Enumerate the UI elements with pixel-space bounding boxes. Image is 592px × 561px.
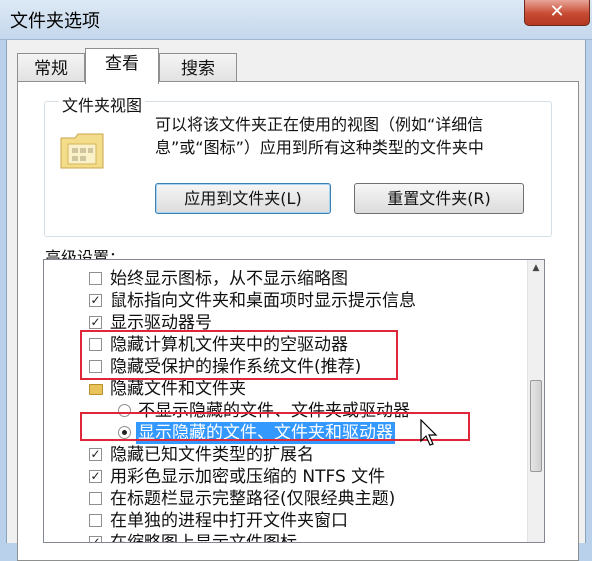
advanced-settings-list[interactable]: 始终显示图标，从不显示缩略图 ✓ 鼠标指向文件夹和桌面项时显示提示信息 ✓ 显示…: [43, 259, 545, 543]
folder-views-heading: 文件夹视图: [59, 92, 146, 116]
title-bar: 文件夹选项 ✕: [0, 0, 592, 40]
apply-to-folders-button[interactable]: 应用到文件夹(L): [155, 183, 331, 214]
list-item-label: 显示驱动器号: [110, 313, 212, 333]
list-item-label: 鼠标指向文件夹和桌面项时显示提示信息: [110, 291, 416, 311]
description-line-1: 可以将该文件夹正在使用的视图（例如“详细信: [155, 115, 484, 134]
list-item-label: 隐藏计算机文件夹中的空驱动器: [110, 335, 348, 355]
list-item-label: 用彩色显示加密或压缩的 NTFS 文件: [110, 467, 386, 487]
vertical-scrollbar[interactable]: ▲: [527, 260, 544, 542]
close-button[interactable]: ✕: [524, 0, 590, 26]
list-item-label: 在缩略图上显示文件图标: [110, 533, 297, 543]
window-title: 文件夹选项: [10, 11, 100, 32]
scroll-thumb[interactable]: [530, 380, 542, 472]
list-item-label: 显示隐藏的文件、文件夹和驱动器: [136, 422, 395, 444]
checkbox[interactable]: [89, 492, 102, 505]
checkbox-checked[interactable]: ✓: [89, 470, 102, 483]
scroll-up-icon[interactable]: ▲: [528, 260, 544, 277]
tab-search[interactable]: 搜索: [159, 53, 237, 84]
tab-general-label: 常规: [34, 59, 68, 79]
tab-general[interactable]: 常规: [17, 53, 85, 84]
list-item-label: 始终显示图标，从不显示缩略图: [110, 269, 348, 289]
list-item-label: 隐藏文件和文件夹: [110, 379, 246, 399]
folder-icon: [89, 384, 103, 395]
reset-folders-button[interactable]: 重置文件夹(R): [354, 183, 524, 214]
checkbox[interactable]: [89, 272, 102, 285]
tab-search-label: 搜索: [181, 59, 215, 79]
checkbox-checked[interactable]: ✓: [89, 316, 102, 329]
list-item-label: 在单独的进程中打开文件夹窗口: [110, 511, 348, 531]
mouse-cursor-icon: [420, 419, 438, 446]
checkbox-checked[interactable]: ✓: [89, 294, 102, 307]
list-item-label: 在标题栏显示完整路径(仅限经典主题): [110, 489, 396, 509]
description-line-2: 息”或“图标”）应用到所有这种类型的文件夹中: [155, 138, 484, 157]
close-icon: ✕: [549, 1, 565, 22]
checkbox[interactable]: [89, 514, 102, 527]
checkbox-checked[interactable]: ✓: [89, 448, 102, 461]
tab-view-label: 查看: [105, 54, 139, 74]
checkbox[interactable]: [89, 360, 102, 373]
radio-button-selected[interactable]: [118, 426, 131, 439]
list-item-label: 隐藏受保护的操作系统文件(推荐): [110, 357, 362, 377]
checkbox[interactable]: [89, 338, 102, 351]
radio-button[interactable]: [118, 404, 131, 417]
folder-views-description: 可以将该文件夹正在使用的视图（例如“详细信 息”或“图标”）应用到所有这种类型的…: [155, 113, 545, 159]
list-item-label: 隐藏已知文件类型的扩展名: [110, 445, 314, 465]
folder-view-icon: [60, 133, 104, 169]
checkbox-checked[interactable]: ✓: [89, 536, 102, 542]
tab-view[interactable]: 查看: [85, 48, 159, 84]
list-item-label: 不显示隐藏的文件、文件夹或驱动器: [138, 401, 410, 421]
